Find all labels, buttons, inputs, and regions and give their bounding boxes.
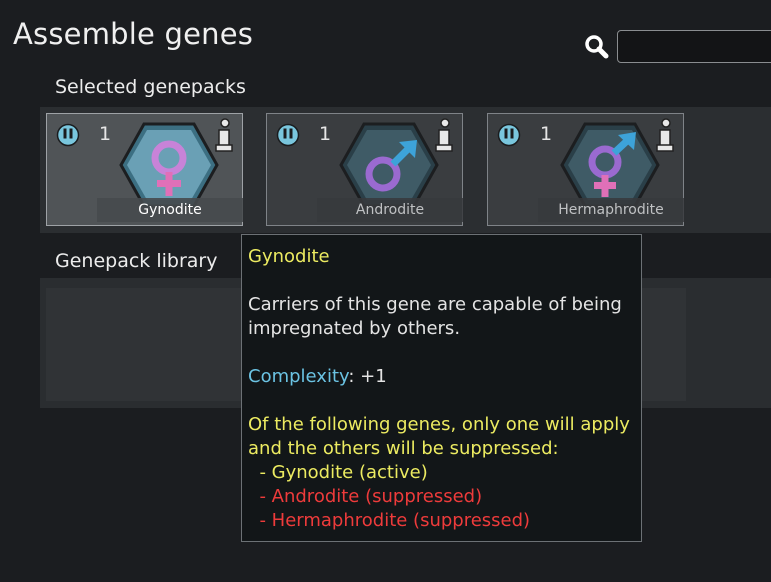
exclusive-genes-note: Of the following genes, only one will ap… [248, 414, 630, 459]
genepack-card-androdite[interactable]: 1 Androdite [266, 113, 463, 226]
exclusive-gene-suppressed: - Androdite (suppressed) [248, 486, 483, 507]
complexity-amount: : +1 [348, 366, 387, 387]
exclusive-gene-active: - Gynodite (active) [248, 462, 428, 483]
complexity-value: 1 [99, 123, 112, 145]
info-icon[interactable] [213, 118, 235, 152]
info-icon[interactable] [433, 118, 455, 152]
tooltip-title: Gynodite [248, 246, 330, 267]
complexity-icon [56, 123, 80, 147]
genepack-library-heading: Genepack library [55, 250, 218, 272]
male-symbol-icon [339, 122, 439, 208]
tooltip-description: Carriers of this gene are capable of bei… [248, 294, 622, 339]
info-icon[interactable] [654, 118, 676, 152]
exclusive-gene-suppressed: - Hermaphrodite (suppressed) [248, 510, 531, 531]
complexity-label: Complexity [248, 366, 349, 387]
female-symbol-icon [119, 122, 219, 208]
complexity-value: 1 [540, 123, 553, 145]
complexity-icon [276, 123, 300, 147]
hermaphrodite-symbol-icon [560, 122, 660, 208]
genepack-name: Hermaphrodite [538, 198, 684, 222]
tooltip-complexity: Complexity: +1 [248, 365, 635, 389]
genepack-name: Gynodite [97, 198, 243, 222]
selected-genepacks-heading: Selected genepacks [55, 76, 246, 98]
page-title: Assemble genes [13, 17, 254, 51]
search-icon[interactable] [584, 34, 610, 60]
complexity-icon [497, 123, 521, 147]
search-input[interactable] [617, 30, 771, 63]
genepack-card-gynodite[interactable]: 1 Gynodite [46, 113, 243, 226]
genepack-name: Androdite [317, 198, 463, 222]
complexity-value: 1 [319, 123, 332, 145]
gene-tooltip: Gynodite Carriers of this gene are capab… [241, 234, 642, 542]
genepack-card-hermaphrodite[interactable]: 1 Hermaphrodite [487, 113, 684, 226]
